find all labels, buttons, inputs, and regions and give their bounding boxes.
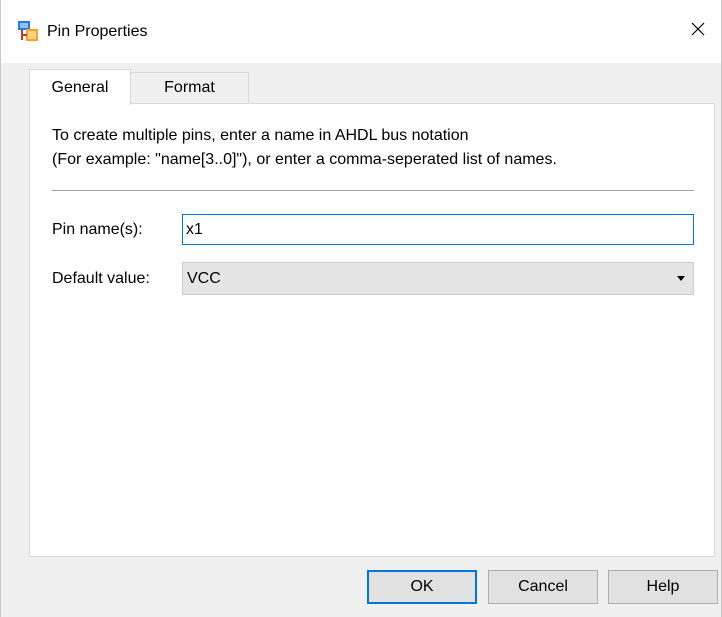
- window-title: Pin Properties: [47, 23, 148, 40]
- help-button[interactable]: Help: [608, 570, 718, 604]
- ok-button[interactable]: OK: [367, 570, 477, 604]
- default-value-select[interactable]: VCC: [182, 262, 694, 295]
- instructions-line-1: To create multiple pins, enter a name in…: [52, 127, 469, 144]
- cancel-button[interactable]: Cancel: [488, 570, 598, 604]
- pin-properties-app-icon: [17, 20, 39, 42]
- close-button[interactable]: [675, 0, 721, 63]
- tab-format[interactable]: Format: [131, 72, 249, 103]
- default-value-label: Default value:: [52, 270, 150, 287]
- pin-name-label: Pin name(s):: [52, 221, 143, 238]
- chevron-down-icon: [677, 276, 685, 281]
- instructions-line-2: (For example: "name[3..0]"), or enter a …: [52, 151, 557, 168]
- close-icon: [691, 22, 705, 41]
- instructions-text: To create multiple pins, enter a name in…: [52, 124, 557, 172]
- general-tab-panel: To create multiple pins, enter a name in…: [29, 103, 715, 557]
- default-value-selected: VCC: [187, 270, 221, 287]
- pin-properties-dialog: Pin Properties General Format To create …: [0, 0, 722, 617]
- resize-grip-icon[interactable]: [713, 609, 719, 615]
- pin-name-input[interactable]: [182, 214, 694, 245]
- title-bar: Pin Properties: [1, 0, 721, 63]
- divider: [52, 190, 694, 191]
- tab-general[interactable]: General: [29, 69, 131, 105]
